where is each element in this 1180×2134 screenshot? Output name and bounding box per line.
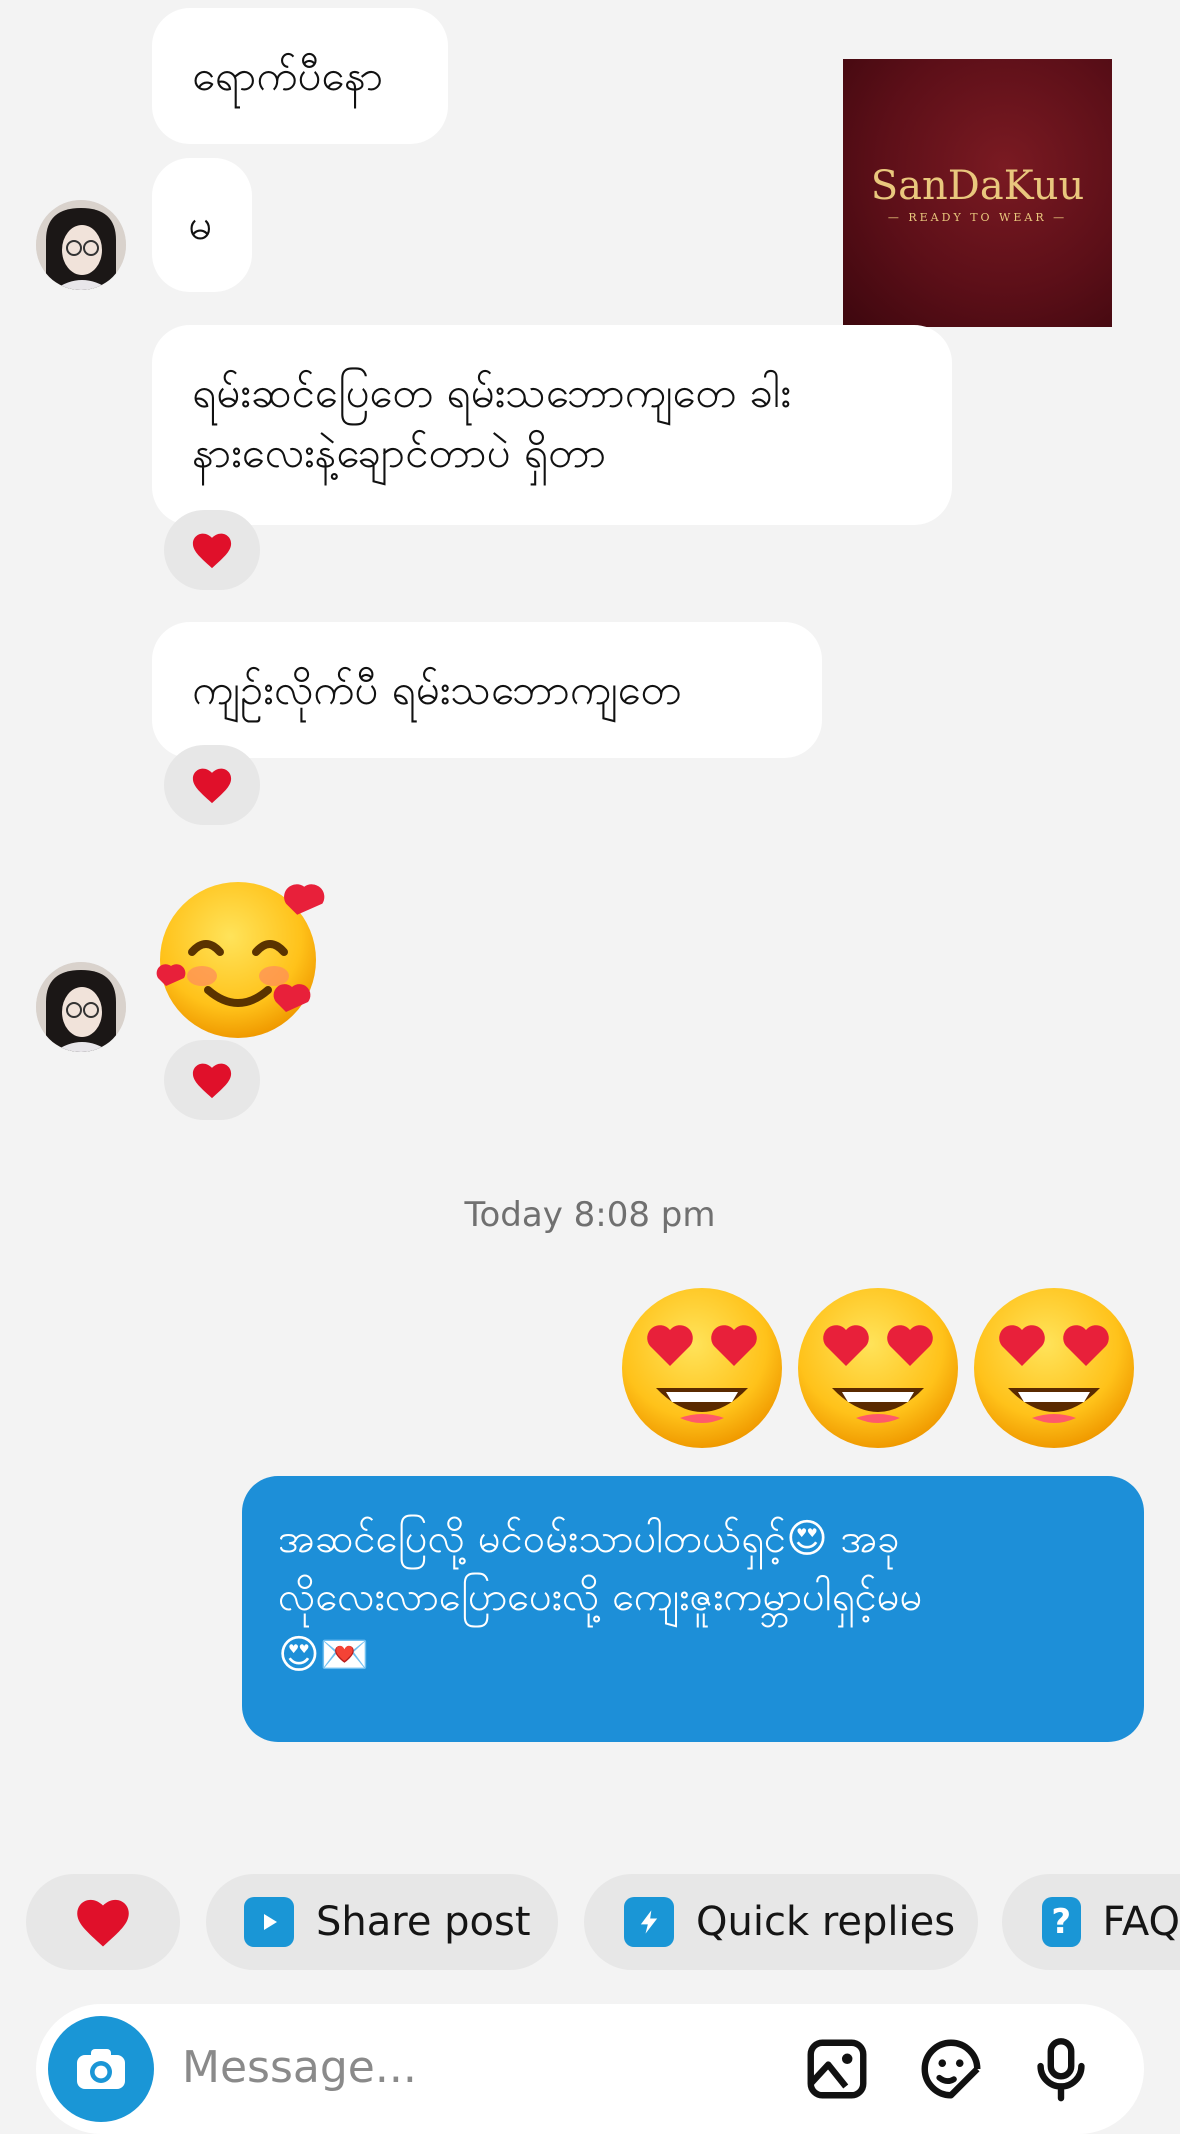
heart-reaction[interactable] <box>164 745 260 825</box>
share-post-button[interactable]: Share post <box>206 1874 558 1970</box>
sticker-icon[interactable] <box>916 2034 986 2104</box>
heart-icon <box>192 533 232 569</box>
smiling-face-with-hearts-icon <box>156 882 325 1038</box>
message-timestamp: Today 8:08 pm <box>464 1195 716 1235</box>
quick-replies-button[interactable]: Quick replies <box>584 1874 978 1970</box>
heart-icon <box>192 1063 232 1099</box>
heart-reaction[interactable] <box>164 510 260 590</box>
avatar-image <box>36 962 126 1052</box>
lightning-icon <box>624 1897 674 1947</box>
share-post-label: Share post <box>316 1899 531 1945</box>
brand-logo: SanDaKuu — READY TO WEAR — <box>843 59 1112 327</box>
heart-reaction[interactable] <box>164 1040 260 1120</box>
camera-icon <box>77 2049 125 2089</box>
heart-eyes-emoji-icon <box>622 1288 1134 1448</box>
message-composer <box>36 2004 1144 2134</box>
smiling-face-with-hearts-sticker[interactable] <box>150 868 330 1048</box>
faq-button[interactable]: ? FAQ <box>1002 1874 1180 1970</box>
avatar[interactable] <box>36 962 126 1052</box>
quick-heart-button[interactable] <box>26 1874 180 1970</box>
incoming-message[interactable]: မ <box>152 158 252 292</box>
brand-logo-tagline: — READY TO WEAR — <box>887 210 1068 224</box>
incoming-message[interactable]: ရောက်ပီနော <box>152 8 448 144</box>
heart-icon <box>77 1899 129 1947</box>
quick-replies-label: Quick replies <box>696 1899 956 1945</box>
avatar[interactable] <box>36 200 126 290</box>
outgoing-message[interactable]: အဆင်ပြေလို့ မင်ဝမ်းသာပါတယ်ရှင့်😍 အခု လို… <box>242 1476 1144 1742</box>
gallery-icon[interactable] <box>802 2034 872 2104</box>
microphone-icon[interactable] <box>1026 2034 1096 2104</box>
message-input[interactable] <box>182 2042 682 2093</box>
heart-icon <box>192 768 232 804</box>
incoming-message[interactable]: ရမ်းဆင်ပြေတေ ရမ်းသဘောကျတေ ခါး နားလေးနဲ့ခ… <box>152 325 952 525</box>
question-icon: ? <box>1042 1897 1081 1947</box>
faq-label: FAQ <box>1102 1899 1180 1945</box>
camera-button[interactable] <box>48 2016 154 2122</box>
outgoing-emoji-message[interactable]: 😍😍😍 <box>620 1284 1140 1452</box>
brand-logo-name: SanDaKuu <box>870 162 1085 209</box>
incoming-message[interactable]: ကျဥ်းလိုက်ပီ ရမ်းသဘောကျတေ <box>152 622 822 758</box>
avatar-image <box>36 200 126 290</box>
share-post-icon <box>244 1897 294 1947</box>
